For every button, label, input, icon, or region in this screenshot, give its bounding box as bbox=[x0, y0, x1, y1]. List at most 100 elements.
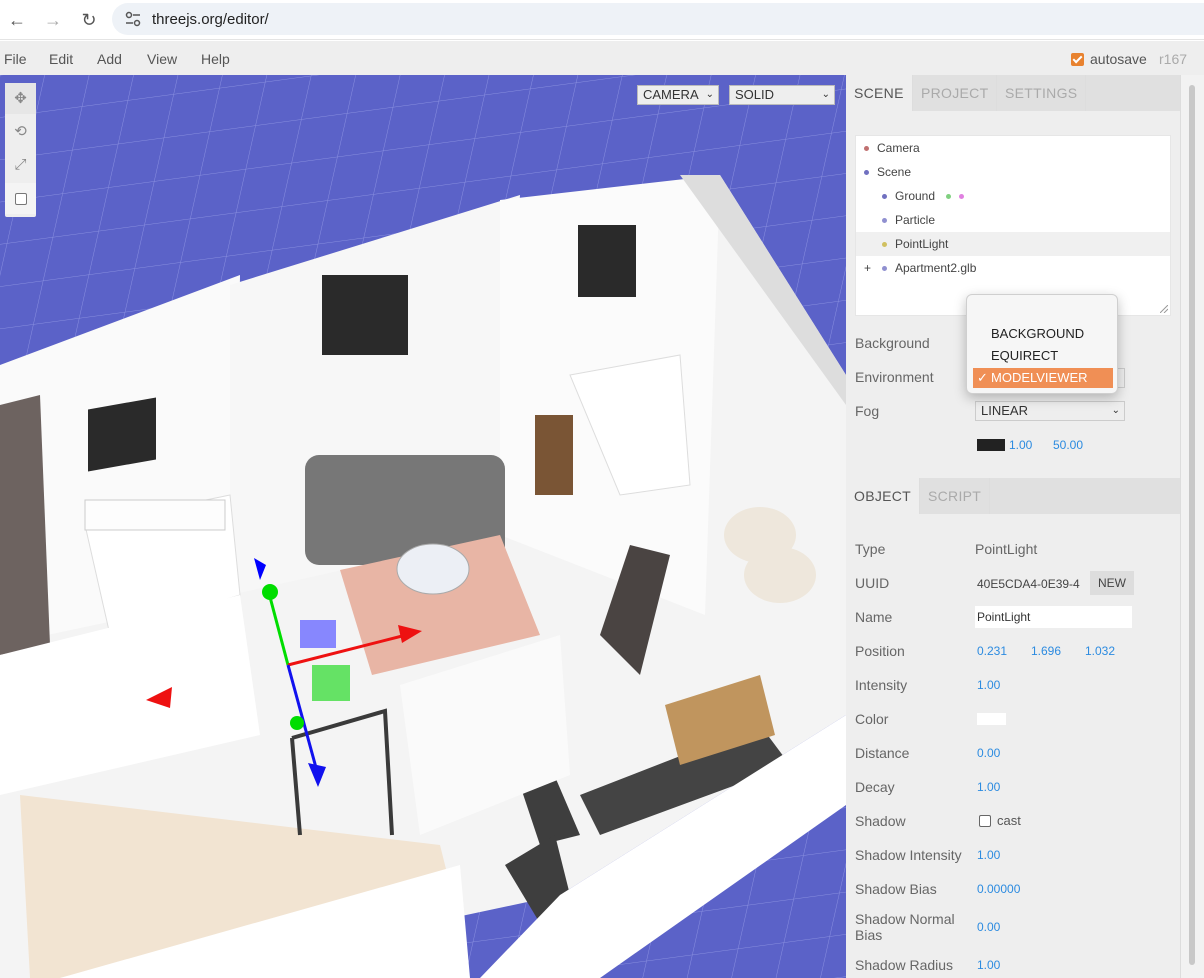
sidebar-tabs: SCENE PROJECT SETTINGS bbox=[846, 75, 1180, 111]
distance-label: Distance bbox=[855, 745, 910, 761]
fog-near-value[interactable]: 1.00 bbox=[1009, 438, 1032, 452]
color-label: Color bbox=[855, 711, 889, 727]
resize-grip-icon[interactable] bbox=[1160, 305, 1168, 313]
position-x[interactable]: 0.231 bbox=[977, 644, 1007, 658]
fog-select[interactable]: LINEAR ⌄ bbox=[975, 401, 1125, 421]
background-label: Background bbox=[855, 335, 930, 351]
shadow-normal-bias-value[interactable]: 0.00 bbox=[977, 920, 1000, 934]
tab-object[interactable]: OBJECT bbox=[846, 478, 921, 514]
page-scrollbar[interactable] bbox=[1180, 75, 1204, 978]
menu-edit[interactable]: Edit bbox=[49, 51, 73, 67]
autosave-checkbox[interactable] bbox=[1071, 53, 1084, 66]
gizmo-yz-plane[interactable] bbox=[312, 665, 350, 701]
shadow-radius-label: Shadow Radius bbox=[855, 957, 954, 973]
outliner-label: PointLight bbox=[895, 237, 949, 251]
outliner-item-camera[interactable]: Camera bbox=[856, 136, 1170, 160]
outliner-item-ground[interactable]: Ground bbox=[856, 184, 1170, 208]
checkmark-icon: ✓ bbox=[977, 370, 988, 385]
outliner-item-apartment[interactable]: + Apartment2.glb bbox=[856, 256, 1170, 280]
outliner-label: Scene bbox=[877, 165, 912, 179]
fog-color-swatch[interactable] bbox=[977, 439, 1005, 451]
scene-render[interactable] bbox=[0, 75, 846, 978]
camera-select-value: CAMERA bbox=[643, 87, 699, 102]
uuid-label: UUID bbox=[855, 575, 890, 591]
outliner-item-particle[interactable]: Particle bbox=[856, 208, 1170, 232]
object-dot bbox=[882, 218, 887, 224]
fog-far-value[interactable]: 50.00 bbox=[1053, 438, 1083, 452]
forward-icon[interactable]: → bbox=[41, 8, 65, 32]
chair-2 bbox=[744, 547, 816, 603]
option-background[interactable]: BACKGROUND bbox=[973, 324, 1113, 344]
uuid-value: 40E5CDA4-0E39-4 bbox=[977, 577, 1080, 591]
shading-select[interactable]: SOLID ⌄ bbox=[729, 85, 835, 105]
material-dot bbox=[959, 194, 965, 200]
mesh-dot bbox=[882, 194, 887, 200]
autosave-label: autosave bbox=[1090, 51, 1147, 67]
gizmo-xy-plane[interactable] bbox=[300, 620, 336, 648]
light-dot bbox=[882, 242, 887, 248]
decay-value[interactable]: 1.00 bbox=[977, 780, 1000, 794]
decay-label: Decay bbox=[855, 779, 895, 795]
shadow-bias-value[interactable]: 0.00000 bbox=[977, 882, 1020, 896]
shelf bbox=[535, 415, 573, 495]
address-bar[interactable]: threejs.org/editor/ bbox=[112, 3, 1204, 35]
intensity-label: Intensity bbox=[855, 677, 908, 693]
window-bedroom bbox=[88, 397, 156, 472]
outliner-item-pointlight[interactable]: PointLight bbox=[856, 232, 1170, 256]
tab-settings[interactable]: SETTINGS bbox=[997, 75, 1087, 111]
bed-left-pillows bbox=[84, 499, 226, 531]
shadow-bias-label: Shadow Bias bbox=[855, 881, 937, 897]
menu-add[interactable]: Add bbox=[97, 51, 122, 67]
menu-view[interactable]: View bbox=[147, 51, 177, 67]
new-button-label: NEW bbox=[1098, 576, 1126, 590]
scrollbar-thumb[interactable] bbox=[1189, 85, 1195, 965]
scale-icon[interactable]: ⤢ bbox=[5, 149, 36, 180]
name-input-value: PointLight bbox=[977, 610, 1031, 624]
position-z[interactable]: 1.032 bbox=[1085, 644, 1115, 658]
tab-scene[interactable]: SCENE bbox=[846, 75, 913, 111]
menu-help[interactable]: Help bbox=[201, 51, 230, 67]
back-icon[interactable]: ← bbox=[5, 8, 29, 32]
outliner-item-scene[interactable]: Scene bbox=[856, 160, 1170, 184]
window-living bbox=[322, 275, 408, 355]
new-uuid-button[interactable]: NEW bbox=[1090, 571, 1134, 595]
shadow-radius-value[interactable]: 1.00 bbox=[977, 958, 1000, 972]
tab-project[interactable]: PROJECT bbox=[913, 75, 998, 111]
chevron-down-icon: ⌄ bbox=[821, 89, 830, 100]
fog-select-value: LINEAR bbox=[981, 403, 1028, 418]
fog-label: Fog bbox=[855, 403, 880, 419]
color-swatch[interactable] bbox=[977, 713, 1006, 725]
shadow-intensity-value[interactable]: 1.00 bbox=[977, 848, 1000, 862]
option-modelviewer[interactable]: ✓ MODELVIEWER bbox=[973, 368, 1113, 388]
option-label: MODELVIEWER bbox=[991, 370, 1088, 385]
gizmo-y-handle-low[interactable] bbox=[290, 716, 304, 730]
distance-value[interactable]: 0.00 bbox=[977, 746, 1000, 760]
name-label: Name bbox=[855, 609, 893, 625]
type-value: PointLight bbox=[975, 541, 1038, 557]
translate-icon[interactable]: ✥ bbox=[5, 83, 36, 114]
camera-select[interactable]: CAMERA ⌄ bbox=[637, 85, 719, 105]
gizmo-y-handle[interactable] bbox=[262, 584, 278, 600]
shadow-normal-bias-label-2: Bias bbox=[855, 927, 883, 943]
site-settings-icon[interactable] bbox=[124, 11, 142, 27]
rotate-icon[interactable]: ⟲ bbox=[5, 116, 36, 147]
local-space-checkbox[interactable] bbox=[5, 183, 36, 214]
reload-icon[interactable]: ↻ bbox=[77, 8, 101, 32]
scene-outliner[interactable]: Camera Scene Ground Particle PointLight … bbox=[855, 135, 1171, 316]
tab-script[interactable]: SCRIPT bbox=[920, 478, 991, 514]
position-y[interactable]: 1.696 bbox=[1031, 644, 1061, 658]
shadow-cast-label: cast bbox=[997, 813, 1021, 828]
chevron-down-icon: ⌄ bbox=[1111, 405, 1120, 416]
viewport-3d[interactable] bbox=[0, 75, 846, 978]
expand-icon[interactable]: + bbox=[864, 256, 882, 280]
intensity-value[interactable]: 1.00 bbox=[977, 678, 1000, 692]
menu-file[interactable]: File bbox=[4, 51, 27, 67]
shadow-intensity-label: Shadow Intensity bbox=[855, 847, 962, 863]
scene-dot bbox=[864, 170, 869, 176]
name-input[interactable]: PointLight bbox=[975, 606, 1132, 628]
version-label: r167 bbox=[1159, 51, 1188, 67]
option-equirect[interactable]: EQUIRECT bbox=[973, 346, 1113, 366]
url-text: threejs.org/editor/ bbox=[152, 11, 269, 28]
shadow-cast-checkbox[interactable] bbox=[979, 815, 991, 827]
transform-toolbar: ✥ ⟲ ⤢ bbox=[5, 83, 36, 217]
